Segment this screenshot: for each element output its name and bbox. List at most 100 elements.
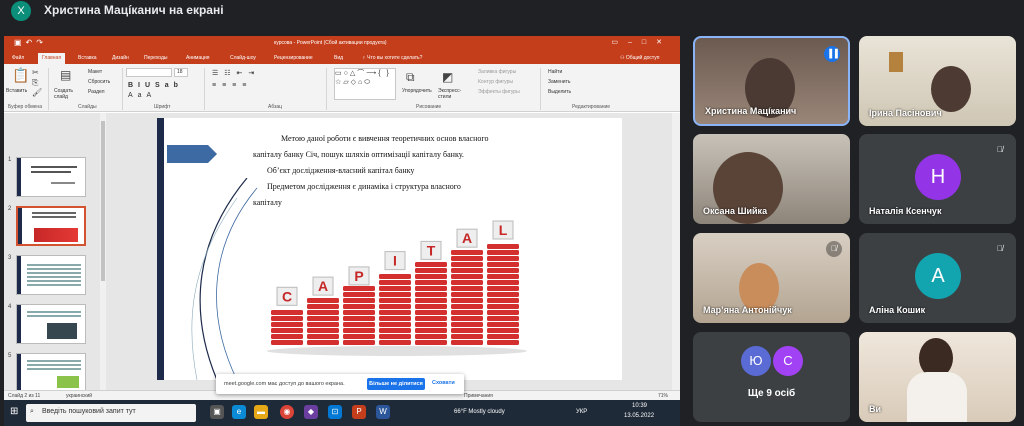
align-buttons[interactable]: ≡≡≡≡	[212, 82, 252, 89]
reset-button[interactable]: Сбросить	[88, 79, 110, 85]
shape-fill-button[interactable]: Заливка фигуры	[478, 69, 516, 75]
select-button[interactable]: Выделить	[548, 89, 571, 95]
arrange-label[interactable]: Упорядочить	[402, 88, 432, 94]
taskbar-search[interactable]: ⌕ Введіть пошуковий запит тут	[26, 404, 196, 422]
divider	[204, 68, 205, 110]
tab-animations[interactable]: Анимация	[186, 55, 209, 61]
window-title: курсова - PowerPoint (Сбой активации про…	[274, 40, 387, 46]
mic-off-icon: 🎙̸	[826, 241, 842, 257]
hide-button[interactable]: Сховати	[432, 380, 455, 386]
tab-transitions[interactable]: Переходы	[144, 55, 167, 61]
tab-insert[interactable]: Вставка	[78, 55, 97, 61]
format-painter-icon[interactable]: 🖌	[32, 88, 42, 97]
coin-layer	[451, 268, 483, 273]
coin-layer	[415, 316, 447, 321]
font-name-input[interactable]	[126, 68, 172, 77]
tab-design[interactable]: Дизайн	[112, 55, 129, 61]
quick-styles-label[interactable]: Экспресс-стили	[438, 88, 466, 100]
tab-file[interactable]: Файл	[12, 55, 24, 61]
participant-tile[interactable]: Н 🎙̸ Наталія Ксенчук	[859, 134, 1016, 224]
clock-date[interactable]: 13.05.2022	[624, 413, 654, 419]
new-slide-label[interactable]: Создать слайд	[54, 88, 84, 100]
participant-name: Наталія Ксенчук	[869, 206, 942, 216]
zoom-level[interactable]: 71%	[658, 393, 668, 399]
coin-layer	[415, 298, 447, 303]
list-buttons[interactable]: ☰☷⇤⇥	[212, 69, 260, 77]
chrome-icon[interactable]: ◉	[280, 405, 294, 419]
store-icon[interactable]: ⊡	[328, 405, 342, 419]
paste-icon[interactable]: 📋	[12, 67, 29, 84]
layout-button[interactable]: Макет	[88, 69, 102, 75]
find-button[interactable]: Найти	[548, 69, 562, 75]
slide-thumbnail[interactable]	[16, 353, 86, 393]
presentation-header: Х Христина Мацíканич на екрані	[0, 0, 1024, 22]
arrange-icon[interactable]: ⧉	[406, 70, 415, 85]
participant-tile[interactable]: 🎙̸ Мар’яна Антонійчук	[693, 233, 850, 323]
slide-thumbnail[interactable]	[16, 157, 86, 197]
powerpoint-icon[interactable]: P	[352, 405, 366, 419]
participant-tile[interactable]: Ірина Пасінович	[859, 36, 1016, 126]
font-size-input[interactable]: 18	[174, 68, 188, 77]
ribbon-tabs: Файл Главная Вставка Дизайн Переходы Ани…	[4, 52, 680, 64]
coin-layer	[451, 298, 483, 303]
slide-thumbnail[interactable]	[16, 255, 86, 295]
clock-time[interactable]: 10:39	[632, 403, 647, 409]
tab-slideshow[interactable]: Слайд-шоу	[230, 55, 256, 61]
quick-styles-icon[interactable]: ◩	[442, 70, 453, 84]
stop-sharing-button[interactable]: Більше не ділитися	[367, 378, 425, 390]
paste-label[interactable]: Вставить	[6, 88, 27, 94]
edge-icon[interactable]: e	[232, 405, 246, 419]
tab-home[interactable]: Главная	[38, 53, 66, 64]
app-icon[interactable]: ◆	[304, 405, 318, 419]
windows-start-icon[interactable]: ⊞	[10, 406, 18, 417]
capital-image[interactable]: C A P I T A L	[255, 215, 539, 377]
copy-icon[interactable]: ⎘	[32, 78, 38, 88]
shape-outline-button[interactable]: Контур фигуры	[478, 79, 513, 85]
capital-letter: A	[318, 278, 328, 294]
tell-me-box[interactable]: ♀ Что вы хотите сделать?	[362, 55, 422, 61]
slide-scrollbar[interactable]	[672, 113, 680, 390]
coin-layer	[307, 334, 339, 339]
coin-layer	[415, 292, 447, 297]
new-slide-icon[interactable]: ▤	[60, 68, 71, 82]
word-icon[interactable]: W	[376, 405, 390, 419]
capital-letter: C	[282, 288, 292, 304]
current-slide[interactable]: Метою даної роботи є вивчення теоретични…	[157, 118, 622, 380]
cut-icon[interactable]: ✂	[32, 68, 39, 77]
section-button[interactable]: Раздел	[88, 89, 105, 95]
more-participants-tile[interactable]: Ю С Ще 9 осіб	[693, 332, 850, 422]
file-explorer-icon[interactable]: ▬	[254, 405, 268, 419]
participant-tile[interactable]: ▐▐ Христина Мацíканич	[693, 36, 850, 126]
avatar: А	[915, 253, 961, 299]
window-controls[interactable]: ▭–□✕	[611, 38, 672, 46]
slide-thumbnail[interactable]	[16, 206, 86, 246]
coin-layer	[415, 328, 447, 333]
replace-button[interactable]: Заменить	[548, 79, 570, 85]
search-placeholder: Введіть пошуковий запит тут	[42, 408, 136, 415]
language-tray[interactable]: УКР	[576, 409, 587, 415]
font-color-buttons[interactable]: AaA	[128, 92, 156, 99]
slide-thumbnail[interactable]	[16, 304, 86, 344]
coin-layer	[343, 322, 375, 327]
coin-layer	[415, 268, 447, 273]
coin-layer	[451, 322, 483, 327]
coin-layer	[379, 334, 411, 339]
shapes-gallery[interactable]: ▭○△⌒⟶{ }☆▱◇⌂⬭	[334, 68, 396, 100]
font-format-buttons[interactable]: BIUSab	[128, 82, 183, 89]
group-slides: Слайды	[78, 104, 97, 110]
coin-layer	[487, 244, 519, 249]
quick-access-icons[interactable]: ▣↶↷	[14, 38, 47, 47]
participant-tile[interactable]: Оксана Шийка	[693, 134, 850, 224]
tab-review[interactable]: Рецензирование	[274, 55, 313, 61]
coin-layer	[379, 340, 411, 345]
tab-view[interactable]: Вид	[334, 55, 343, 61]
coin-layer	[379, 328, 411, 333]
share-button[interactable]: ⚇ Общий доступ	[620, 55, 659, 61]
task-view-icon[interactable]: ▣	[210, 405, 224, 419]
shape-effects-button[interactable]: Эффекты фигуры	[478, 89, 520, 95]
self-view-tile[interactable]: Ви	[859, 332, 1016, 422]
presenter-avatar: Х	[11, 1, 31, 21]
participant-tile[interactable]: А 🎙̸ Аліна Кошик	[859, 233, 1016, 323]
weather-widget[interactable]: 66°F Mostly cloudy	[454, 409, 505, 415]
notes-button[interactable]: Примечания	[464, 393, 493, 399]
